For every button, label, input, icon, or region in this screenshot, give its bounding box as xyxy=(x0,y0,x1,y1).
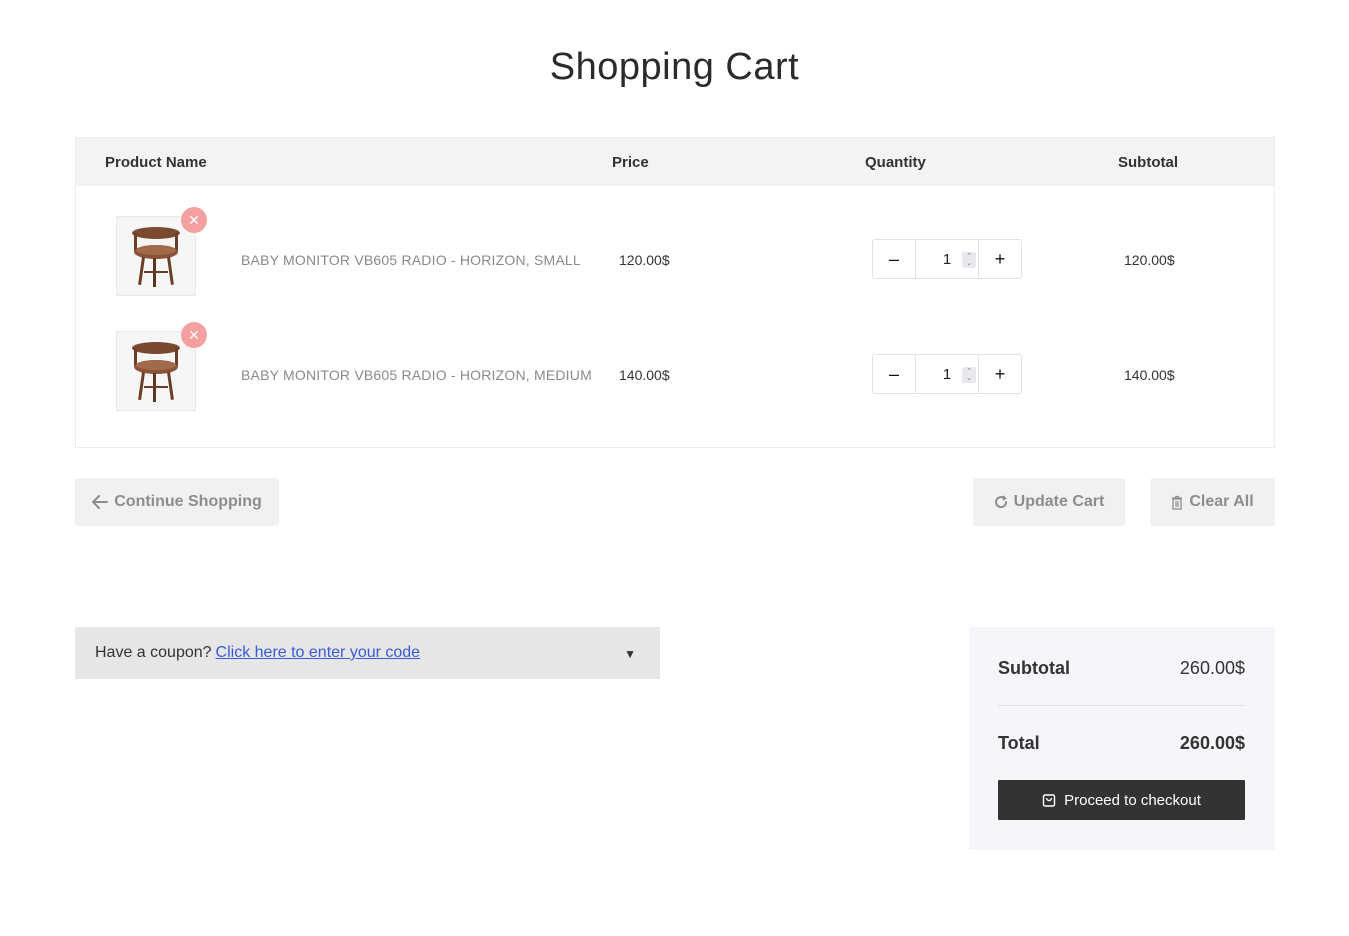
continue-shopping-label: Continue Shopping xyxy=(114,493,262,510)
checkout-label: Proceed to checkout xyxy=(1064,791,1201,809)
clear-all-button[interactable]: Clear All xyxy=(1150,478,1275,526)
chair-image xyxy=(132,342,180,402)
divider xyxy=(998,705,1245,706)
refresh-icon xyxy=(994,495,1007,509)
close-icon: ✕ xyxy=(188,326,200,343)
coupon-prompt: Have a coupon? xyxy=(95,644,212,661)
product-subtotal: 120.00$ xyxy=(1124,252,1175,268)
update-cart-label: Update Cart xyxy=(1013,493,1105,510)
product-name[interactable]: BABY MONITOR VB605 RADIO - HORIZON, SMAL… xyxy=(241,252,581,268)
cart-totals: Subtotal 260.00$ Total 260.00$ Proceed t… xyxy=(969,627,1275,850)
header-product-name: Product Name xyxy=(105,154,207,171)
spinner-arrows-icon[interactable]: ⌃ ⌄ xyxy=(962,252,976,268)
remove-item-button[interactable]: ✕ xyxy=(181,207,207,233)
product-price: 140.00$ xyxy=(619,367,670,383)
totals-total-value: 260.00$ xyxy=(1179,733,1245,753)
product-name[interactable]: BABY MONITOR VB605 RADIO - HORIZON, MEDI… xyxy=(241,367,592,383)
arrow-left-icon xyxy=(92,495,109,509)
page-title: Shopping Cart xyxy=(549,46,800,88)
quantity-decrease-button[interactable]: – xyxy=(873,355,916,393)
continue-shopping-button[interactable]: Continue Shopping xyxy=(75,478,279,526)
totals-total-label: Total xyxy=(998,733,1040,753)
product-subtotal: 140.00$ xyxy=(1124,367,1175,383)
product-price: 120.00$ xyxy=(619,252,670,268)
shopping-bag-icon xyxy=(1042,794,1056,807)
totals-subtotal-row: Subtotal 260.00$ xyxy=(998,658,1245,679)
minus-icon: – xyxy=(888,248,899,269)
coupon-toggle[interactable]: Have a coupon? Click here to enter your … xyxy=(75,627,660,679)
cart-table: Product Name Price Quantity Subtotal ✕ B… xyxy=(75,137,1275,448)
plus-icon: + xyxy=(994,248,1006,269)
header-price: Price xyxy=(612,154,649,171)
chair-image xyxy=(132,227,180,287)
quantity-increase-button[interactable]: + xyxy=(978,240,1021,278)
proceed-to-checkout-button[interactable]: Proceed to checkout xyxy=(998,780,1245,820)
totals-subtotal-label: Subtotal xyxy=(998,658,1070,678)
trash-icon xyxy=(1172,495,1183,510)
header-quantity: Quantity xyxy=(865,154,926,171)
table-row: ✕ BABY MONITOR VB605 RADIO - HORIZON, SM… xyxy=(76,202,1274,317)
quantity-increase-button[interactable]: + xyxy=(978,355,1021,393)
spinner-arrows-icon[interactable]: ⌃ ⌄ xyxy=(962,367,976,383)
clear-all-label: Clear All xyxy=(1189,493,1254,510)
quantity-stepper: – ⌃⌄ + xyxy=(872,239,1022,279)
minus-icon: – xyxy=(888,363,899,384)
update-cart-button[interactable]: Update Cart xyxy=(973,478,1125,526)
header-subtotal: Subtotal xyxy=(1118,154,1178,171)
close-icon: ✕ xyxy=(188,211,200,228)
quantity-decrease-button[interactable]: – xyxy=(873,240,916,278)
quantity-stepper: – ⌃⌄ + xyxy=(872,354,1022,394)
caret-down-icon[interactable]: ▼ xyxy=(624,647,636,661)
remove-item-button[interactable]: ✕ xyxy=(181,322,207,348)
totals-subtotal-value: 260.00$ xyxy=(1179,658,1245,678)
plus-icon: + xyxy=(994,363,1006,384)
totals-total-row: Total 260.00$ xyxy=(998,733,1245,754)
coupon-link[interactable]: Click here to enter your code xyxy=(216,644,421,662)
table-row: ✕ BABY MONITOR VB605 RADIO - HORIZON, ME… xyxy=(76,317,1274,432)
cart-table-header: Product Name Price Quantity Subtotal xyxy=(76,138,1274,186)
